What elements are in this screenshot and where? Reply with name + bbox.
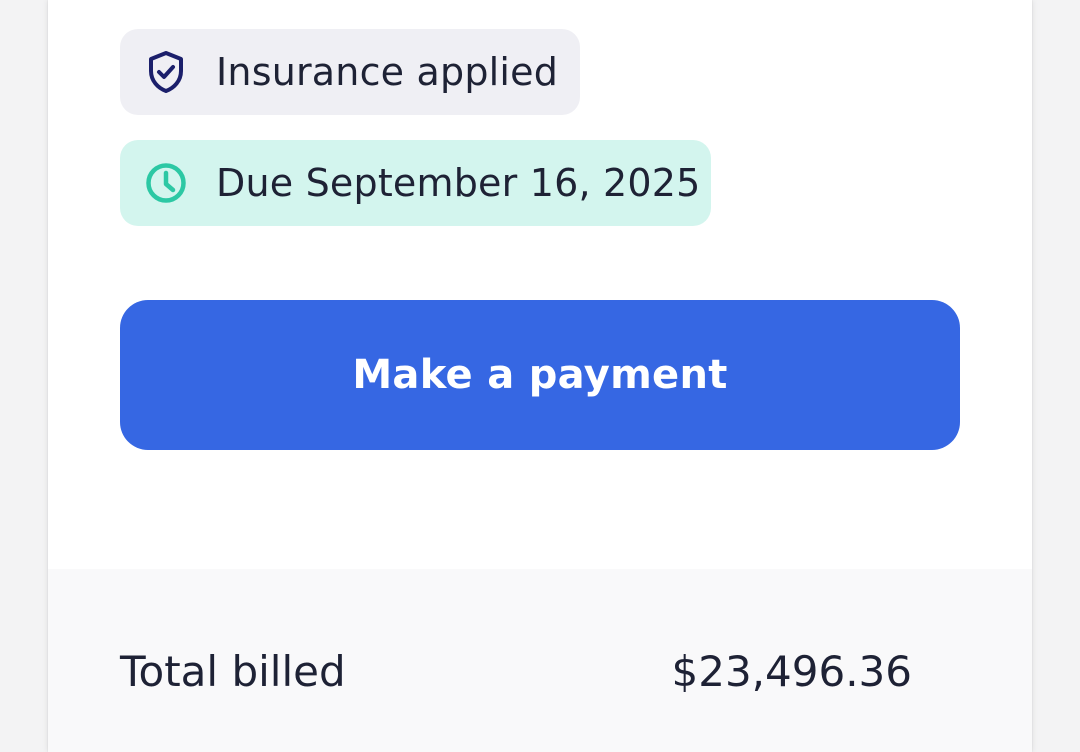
due-date-badge: Due September 16, 2025 bbox=[120, 140, 711, 226]
total-billed-row: Total billed $23,496.36 bbox=[120, 647, 912, 696]
total-billed-label: Total billed bbox=[120, 647, 346, 696]
billing-card: Insurance applied Due September 16, 2025… bbox=[48, 0, 1032, 752]
billing-summary: Total billed $23,496.36 bbox=[48, 569, 1032, 752]
page: Insurance applied Due September 16, 2025… bbox=[0, 0, 1080, 752]
shield-check-icon bbox=[144, 50, 188, 94]
make-payment-button[interactable]: Make a payment bbox=[120, 300, 960, 450]
insurance-badge: Insurance applied bbox=[120, 29, 580, 115]
total-billed-value: $23,496.36 bbox=[671, 647, 912, 696]
insurance-badge-label: Insurance applied bbox=[216, 50, 559, 94]
due-date-label: Due September 16, 2025 bbox=[216, 161, 701, 205]
clock-icon bbox=[144, 161, 188, 205]
